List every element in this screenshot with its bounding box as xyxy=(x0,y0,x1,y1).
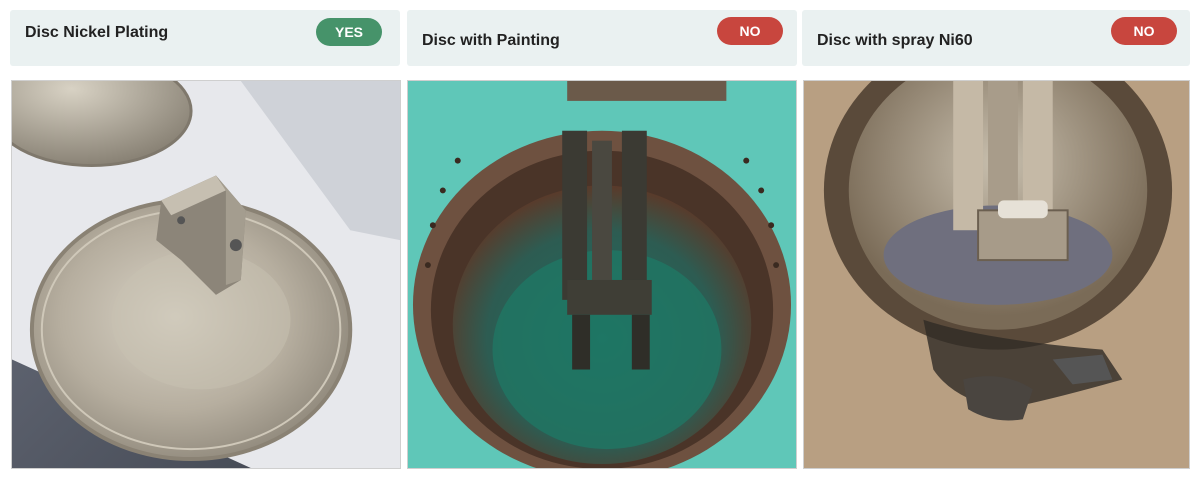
card-title: Disc with Painting xyxy=(422,32,560,49)
status-badge-yes: YES xyxy=(316,18,382,46)
ni60-sprayed-disc-photo xyxy=(803,80,1190,469)
painted-disc-photo xyxy=(407,80,797,469)
status-badge-no: NO xyxy=(717,17,783,45)
card-header-nickel-plating: Disc Nickel Plating YES xyxy=(10,10,400,66)
nickel-plated-disc-photo-icon xyxy=(12,81,400,468)
card-title: Disc Nickel Plating xyxy=(25,24,169,41)
status-badge-no: NO xyxy=(1111,17,1177,45)
painted-disc-photo-icon xyxy=(408,81,796,468)
card-header-spray-ni60: Disc with spray Ni60 NO xyxy=(802,10,1190,66)
nickel-plated-disc-photo xyxy=(11,80,401,469)
comparison-grid: Disc Nickel Plating YES Disc with Painti… xyxy=(0,0,1200,477)
ni60-sprayed-disc-photo-icon xyxy=(804,81,1189,468)
card-header-painting: Disc with Painting NO xyxy=(407,10,797,66)
card-title: Disc with spray Ni60 xyxy=(817,32,973,49)
